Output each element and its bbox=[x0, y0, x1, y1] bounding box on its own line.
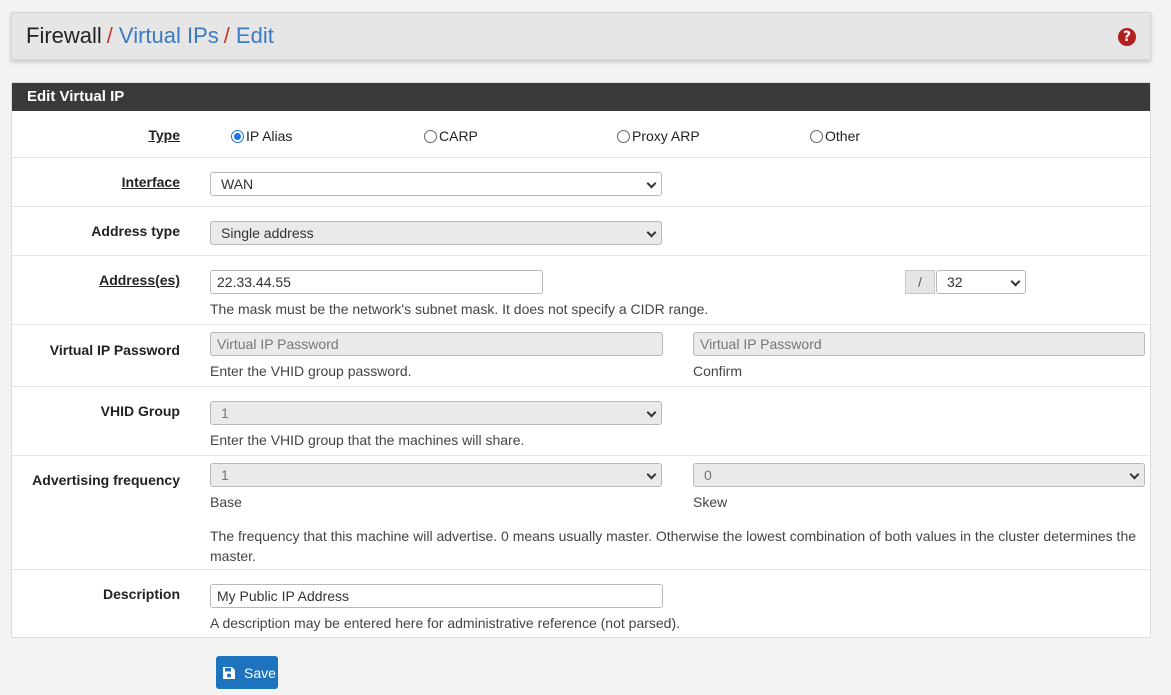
help-icon[interactable]: ? bbox=[1118, 28, 1136, 46]
address-type-select[interactable]: Single address bbox=[210, 221, 662, 245]
radio-button[interactable] bbox=[424, 129, 437, 143]
adv-base-select[interactable]: 1 bbox=[210, 463, 662, 487]
radio-carp[interactable]: CARP bbox=[424, 128, 478, 144]
vip-password-help: Enter the VHID group password. bbox=[210, 363, 412, 379]
interface-label: Interface bbox=[121, 174, 180, 190]
breadcrumb-separator: / bbox=[223, 23, 230, 48]
chevron-down-icon bbox=[646, 178, 657, 189]
addresses-label: Address(es) bbox=[99, 272, 180, 288]
vhid-group-help: Enter the VHID group that the machines w… bbox=[210, 432, 525, 448]
description-input[interactable]: My Public IP Address bbox=[210, 584, 663, 608]
address-input[interactable]: 22.33.44.55 bbox=[210, 270, 543, 294]
edit-virtual-ip-panel: Edit Virtual IP Type IP Alias CARP Proxy… bbox=[11, 82, 1151, 638]
address-type-row: Address type Single address bbox=[12, 206, 1150, 255]
interface-select[interactable]: WAN bbox=[210, 172, 662, 196]
save-button-label: Save bbox=[244, 664, 276, 681]
radio-other[interactable]: Other bbox=[810, 128, 860, 144]
vhid-group-label: VHID Group bbox=[100, 403, 180, 419]
adv-frequency-help: The frequency that this machine will adv… bbox=[210, 528, 1137, 564]
adv-base-help: Base bbox=[210, 494, 242, 510]
panel-title: Edit Virtual IP bbox=[12, 83, 1150, 111]
vip-password-confirm-help: Confirm bbox=[693, 363, 743, 379]
description-row: Description My Public IP Address A descr… bbox=[12, 569, 1150, 637]
adv-frequency-row: Advertising frequency 1 0 Base Skew The … bbox=[12, 455, 1150, 569]
breadcrumb-virtual-ips-link[interactable]: Virtual IPs bbox=[119, 23, 219, 49]
addresses-row: Address(es) 22.33.44.55 / 32 The mask mu… bbox=[12, 255, 1150, 324]
vhid-group-row: VHID Group 1 Enter the VHID group that t… bbox=[12, 386, 1150, 455]
addresses-help: The mask must be the network's subnet ma… bbox=[210, 301, 709, 317]
vip-password-input[interactable]: Virtual IP Password bbox=[210, 332, 663, 356]
description-label: Description bbox=[102, 586, 180, 602]
radio-button-checked[interactable] bbox=[231, 129, 244, 143]
breadcrumb-separator: / bbox=[106, 23, 113, 48]
vip-password-label: Virtual IP Password bbox=[49, 342, 180, 358]
breadcrumb-firewall: Firewall bbox=[26, 23, 102, 48]
save-button[interactable]: Save bbox=[216, 656, 278, 689]
interface-row: Interface WAN bbox=[12, 157, 1150, 206]
vip-password-row: Virtual IP Password Virtual IP Password … bbox=[12, 324, 1150, 386]
adv-skew-help: Skew bbox=[693, 494, 728, 510]
chevron-down-icon bbox=[1129, 469, 1140, 480]
radio-ip-alias[interactable]: IP Alias bbox=[231, 128, 292, 144]
type-label: Type bbox=[148, 127, 180, 143]
breadcrumb: Firewall / Virtual IPs / Edit ? bbox=[11, 12, 1151, 60]
adv-frequency-label: Advertising frequency bbox=[32, 472, 180, 488]
mask-select[interactable]: 32 bbox=[936, 270, 1026, 294]
save-icon bbox=[223, 666, 235, 679]
radio-button[interactable] bbox=[810, 129, 823, 143]
radio-proxy-arp[interactable]: Proxy ARP bbox=[617, 128, 700, 144]
type-row: Type IP Alias CARP Proxy ARP Other bbox=[12, 111, 1150, 157]
chevron-down-icon bbox=[646, 469, 657, 480]
chevron-down-icon bbox=[1010, 276, 1021, 287]
description-help: A description may be entered here for ad… bbox=[210, 615, 681, 631]
address-type-label: Address type bbox=[91, 223, 180, 239]
chevron-down-icon bbox=[646, 227, 657, 238]
vip-password-confirm-input[interactable]: Virtual IP Password bbox=[693, 332, 1145, 356]
breadcrumb-edit-link[interactable]: Edit bbox=[236, 23, 274, 49]
mask-slash-addon: / bbox=[905, 270, 935, 294]
adv-skew-select[interactable]: 0 bbox=[693, 463, 1145, 487]
chevron-down-icon bbox=[646, 407, 657, 418]
radio-button[interactable] bbox=[617, 129, 630, 143]
vhid-group-select[interactable]: 1 bbox=[210, 401, 662, 425]
